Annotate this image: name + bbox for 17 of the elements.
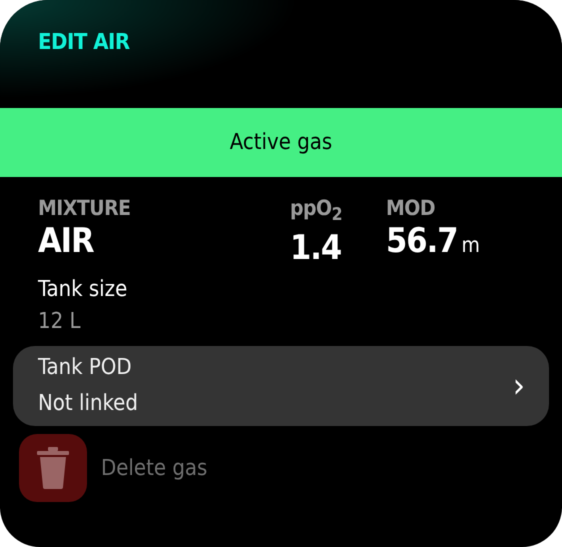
tank-pod-label: Tank POD xyxy=(38,354,133,382)
tank-size-label: Tank size xyxy=(38,276,128,304)
stat-label: MOD xyxy=(386,195,436,221)
screen-title: EDIT AIR xyxy=(38,30,131,55)
trash-icon xyxy=(37,447,69,490)
stat-label: MIXTURE xyxy=(38,195,132,221)
stat-label: ppO$_{2}$ xyxy=(290,195,344,228)
unit-label: m xyxy=(461,233,480,257)
tank-pod-status: Not linked xyxy=(38,390,139,418)
active-gas-banner: Active gas xyxy=(0,108,562,177)
stat-value: 56.7 xyxy=(386,221,458,261)
delete-gas-label: Delete gas xyxy=(101,456,208,481)
stat-value: AIR xyxy=(38,221,94,261)
stat-value: 1.4 xyxy=(290,228,342,268)
chevron-icon: › xyxy=(512,369,525,404)
tank-size-value: 12 L xyxy=(38,308,82,336)
tank-pod-item[interactable]: Tank POD Not linked › xyxy=(13,346,549,426)
